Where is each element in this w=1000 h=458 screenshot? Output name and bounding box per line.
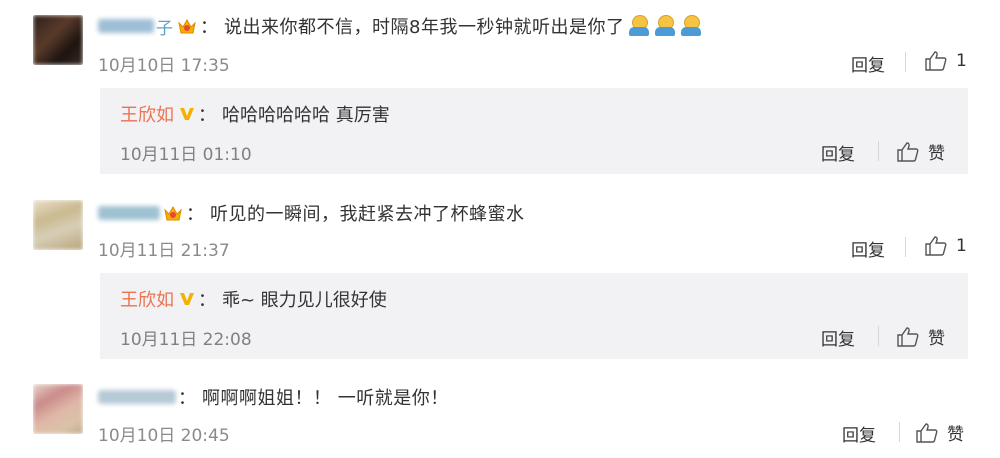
like-label: 赞 bbox=[928, 144, 945, 164]
reply-author[interactable]: 王欣如 bbox=[120, 286, 174, 312]
hug-emoji-icon bbox=[654, 15, 676, 37]
username-tail[interactable]: 子 bbox=[156, 14, 173, 39]
comment-line: ： 听见的一瞬间，我赶紧去冲了杯蜂蜜水 bbox=[98, 198, 525, 228]
username-blurred[interactable] bbox=[98, 19, 154, 33]
like-button[interactable]: 赞 bbox=[896, 324, 945, 349]
crown-badge-icon bbox=[162, 204, 184, 222]
hug-emoji-icon bbox=[628, 15, 650, 37]
thumbs-up-icon bbox=[916, 422, 938, 443]
reply-button[interactable]: 回复 bbox=[851, 51, 885, 76]
comment-line: ： 啊啊啊姐姐！！ 一听就是你！ bbox=[98, 382, 449, 412]
reply-text: 乖~ 眼力见儿很好使 bbox=[222, 290, 387, 311]
reply-line: 王欣如 ： 乖~ 眼力见儿很好使 bbox=[120, 286, 387, 312]
reply-line: 王欣如 ： 哈哈哈哈哈哈 真厉害 bbox=[120, 101, 390, 127]
reply-button[interactable]: 回复 bbox=[851, 236, 885, 261]
reply-button[interactable]: 回复 bbox=[821, 140, 855, 165]
like-count: 1 bbox=[956, 51, 967, 71]
divider bbox=[905, 52, 906, 72]
thumbs-up-icon bbox=[897, 141, 919, 162]
thumbs-up-icon bbox=[897, 326, 919, 347]
reply-box: 王欣如 ： 哈哈哈哈哈哈 真厉害 10月11日 01:10 回复 赞 bbox=[100, 88, 968, 174]
reply-author[interactable]: 王欣如 bbox=[120, 101, 174, 127]
reply-box: 王欣如 ： 乖~ 眼力见儿很好使 10月11日 22:08 回复 赞 bbox=[100, 273, 968, 359]
colon: ： bbox=[186, 204, 204, 225]
comment-text: 啊啊啊姐姐！！ 一听就是你！ bbox=[202, 388, 449, 409]
reply-time: 10月11日 22:08 bbox=[120, 330, 252, 350]
reply-time: 10月11日 01:10 bbox=[120, 145, 252, 165]
thumbs-up-icon bbox=[925, 51, 947, 71]
comment-text: 说出来你都不信，时隔8年我一秒钟就听出是你了 bbox=[224, 17, 625, 38]
divider bbox=[899, 422, 900, 442]
comment-time: 10月10日 20:45 bbox=[98, 426, 230, 446]
like-button[interactable]: 赞 bbox=[915, 420, 964, 445]
reply-button[interactable]: 回复 bbox=[821, 325, 855, 350]
colon: ： bbox=[200, 17, 218, 38]
like-count: 1 bbox=[956, 236, 967, 256]
avatar[interactable] bbox=[33, 15, 83, 65]
colon: ： bbox=[198, 290, 216, 311]
like-label: 赞 bbox=[947, 425, 964, 445]
comment-line: 子 ： 说出来你都不信，时隔8年我一秒钟就听出是你了 bbox=[98, 11, 702, 41]
divider bbox=[905, 237, 906, 257]
hug-emoji-icon bbox=[680, 15, 702, 37]
reply-button[interactable]: 回复 bbox=[842, 421, 876, 446]
reply-text: 哈哈哈哈哈哈 真厉害 bbox=[222, 105, 390, 126]
colon: ： bbox=[178, 388, 196, 409]
avatar[interactable] bbox=[33, 200, 83, 250]
thumbs-up-icon bbox=[925, 236, 947, 256]
like-label: 赞 bbox=[928, 329, 945, 349]
divider bbox=[878, 141, 879, 161]
divider bbox=[878, 326, 879, 346]
like-button[interactable]: 赞 bbox=[896, 139, 945, 164]
like-button[interactable]: 1 bbox=[924, 235, 967, 257]
v-badge-icon bbox=[180, 108, 194, 120]
colon: ： bbox=[198, 105, 216, 126]
avatar[interactable] bbox=[33, 384, 83, 434]
comment-time: 10月10日 17:35 bbox=[98, 56, 230, 76]
comment-time: 10月11日 21:37 bbox=[98, 241, 230, 261]
crown-badge-icon bbox=[176, 17, 198, 35]
like-button[interactable]: 1 bbox=[924, 50, 967, 72]
username-blurred[interactable] bbox=[98, 390, 176, 404]
username-blurred[interactable] bbox=[98, 206, 160, 220]
v-badge-icon bbox=[180, 293, 194, 305]
comment-text: 听见的一瞬间，我赶紧去冲了杯蜂蜜水 bbox=[210, 204, 525, 225]
